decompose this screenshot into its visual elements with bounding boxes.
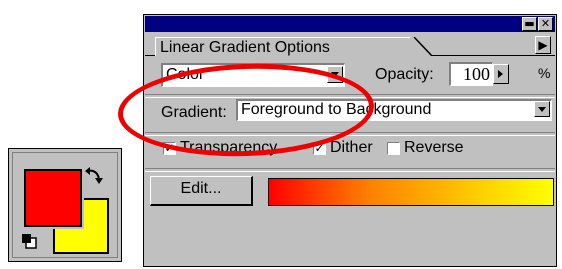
linear-gradient-options-palette: ▬ ✕ Linear Gradient Options ▶ Color Opac… bbox=[143, 14, 557, 267]
reverse-label: Reverse bbox=[404, 139, 464, 156]
color-mode-value: Color bbox=[166, 66, 205, 83]
reverse-checkbox[interactable] bbox=[387, 142, 400, 155]
dither-label: Dither bbox=[330, 139, 373, 156]
divider bbox=[145, 132, 555, 136]
edit-button[interactable]: Edit... bbox=[150, 176, 253, 206]
transparency-label: Transparency bbox=[180, 139, 278, 156]
default-colors-icon[interactable] bbox=[21, 233, 37, 249]
divider bbox=[145, 94, 555, 98]
chevron-down-icon[interactable] bbox=[327, 66, 343, 83]
foreground-color-swatch[interactable] bbox=[24, 169, 82, 227]
gradient-label: Gradient: bbox=[161, 104, 227, 121]
opacity-unit: % bbox=[538, 65, 551, 81]
tab-linear-gradient-options[interactable]: Linear Gradient Options bbox=[155, 37, 410, 56]
swatch-frame bbox=[12, 152, 118, 258]
transparency-checkbox[interactable]: ✓ bbox=[163, 142, 176, 155]
color-mode-dropdown[interactable]: Color bbox=[161, 63, 345, 87]
minimize-button[interactable]: ▬ bbox=[522, 17, 537, 31]
palette-menu-arrow-button[interactable]: ▶ bbox=[535, 36, 551, 54]
opacity-slider-arrow-icon[interactable] bbox=[493, 64, 509, 84]
swap-arrows-icon[interactable] bbox=[83, 165, 105, 187]
dither-checkbox[interactable]: ✓ bbox=[313, 142, 326, 155]
close-button[interactable]: ✕ bbox=[538, 17, 553, 31]
gradient-dropdown[interactable]: Foreground to Background bbox=[236, 99, 552, 121]
tab-edge bbox=[410, 37, 432, 56]
palette-titlebar[interactable]: ▬ ✕ bbox=[145, 16, 555, 32]
divider bbox=[145, 168, 555, 172]
gradient-preview-bar[interactable] bbox=[268, 178, 554, 206]
tab-row: Linear Gradient Options ▶ bbox=[145, 35, 555, 56]
color-swatch-widget bbox=[8, 148, 122, 262]
chevron-down-icon[interactable] bbox=[534, 101, 550, 117]
opacity-label: Opacity: bbox=[375, 66, 434, 83]
opacity-input[interactable]: 100 bbox=[449, 62, 493, 86]
gradient-value: Foreground to Background bbox=[241, 101, 432, 118]
